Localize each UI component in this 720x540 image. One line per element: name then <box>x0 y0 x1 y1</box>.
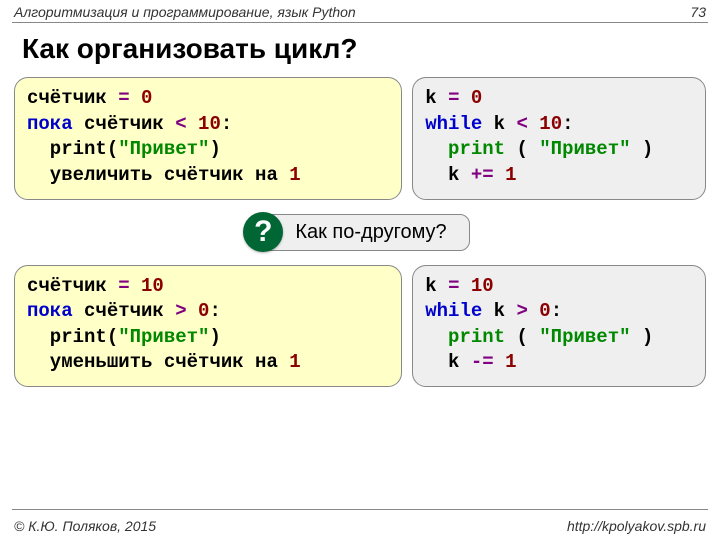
pseudocode-2: счётчик = 10 пока счётчик > 0: print("Пр… <box>27 274 389 377</box>
code-panel-2: k = 10 while k > 0: print ( "Привет" ) k… <box>412 265 706 388</box>
slide-content: счётчик = 0 пока счётчик < 10: print("Пр… <box>0 77 720 387</box>
question-text: Как по-другому? <box>295 221 446 243</box>
code-panel-1: k = 0 while k < 10: print ( "Привет" ) k… <box>412 77 706 200</box>
footer-divider <box>12 509 708 510</box>
question-mark-icon: ? <box>243 212 283 252</box>
copyright: © К.Ю. Поляков, 2015 <box>14 518 156 534</box>
code-2: k = 10 while k > 0: print ( "Привет" ) k… <box>425 274 693 377</box>
header-divider <box>12 22 708 23</box>
pseudocode-panel-1: счётчик = 0 пока счётчик < 10: print("Пр… <box>14 77 402 200</box>
example-row-1: счётчик = 0 пока счётчик < 10: print("Пр… <box>14 77 706 200</box>
footer-url: http://kpolyakov.spb.ru <box>567 518 706 534</box>
example-row-2: счётчик = 10 пока счётчик > 0: print("Пр… <box>14 265 706 388</box>
slide-footer: © К.Ю. Поляков, 2015 http://kpolyakov.sp… <box>0 514 720 534</box>
course-name: Алгоритмизация и программирование, язык … <box>14 4 356 20</box>
page-number: 73 <box>690 4 706 20</box>
slide-header: Алгоритмизация и программирование, язык … <box>0 0 720 22</box>
slide-title: Как организовать цикл? <box>0 29 720 77</box>
question-box: ? Как по-другому? <box>250 214 469 251</box>
pseudocode-panel-2: счётчик = 10 пока счётчик > 0: print("Пр… <box>14 265 402 388</box>
question-row: ? Как по-другому? <box>14 214 706 251</box>
code-1: k = 0 while k < 10: print ( "Привет" ) k… <box>425 86 693 189</box>
pseudocode-1: счётчик = 0 пока счётчик < 10: print("Пр… <box>27 86 389 189</box>
